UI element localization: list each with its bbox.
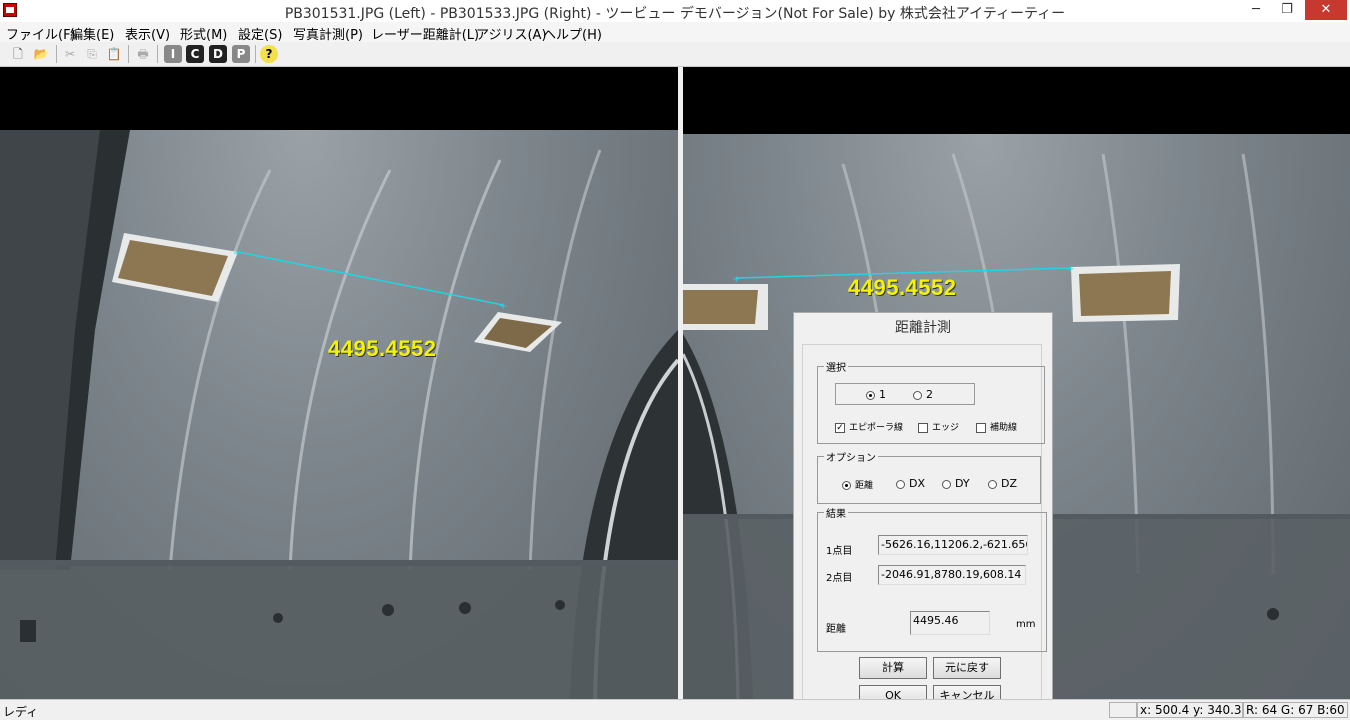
radio-selected-icon <box>842 481 851 490</box>
point2-field[interactable]: -2046.91,8780.19,608.14 <box>878 565 1026 585</box>
menu-view[interactable]: 表示(V) <box>125 24 170 43</box>
menu-format[interactable]: 形式(M) <box>180 24 227 43</box>
open-folder-icon[interactable]: 📂 <box>32 45 50 63</box>
select-option-1[interactable]: 1 <box>866 388 886 401</box>
option-distance[interactable]: 距離 <box>842 478 873 491</box>
radio-icon <box>913 390 922 400</box>
results-group-label: 結果 <box>824 505 848 520</box>
auxiliary-line-label: 補助線 <box>990 423 1018 433</box>
minimize-button[interactable]: ─ <box>1241 0 1271 20</box>
status-text: レディ <box>3 705 39 719</box>
left-photo-drawing: + + <box>0 130 678 699</box>
i-mode-button[interactable]: I <box>164 45 182 63</box>
menu-photo-measure[interactable]: 写真計測(P) <box>293 24 363 43</box>
menu-settings[interactable]: 設定(S) <box>238 24 282 43</box>
radio-icon <box>988 479 997 489</box>
option-distance-label: 距離 <box>855 481 874 491</box>
select-option-2-label: 2 <box>926 388 933 401</box>
checkbox-icon <box>918 422 928 433</box>
svg-text:+: + <box>1066 264 1074 275</box>
distance-measure-dialog: 距離計測 選択 1 2 ✓ エピポーラ線 エッジ 補助線 オプション 距離 DX … <box>793 312 1053 719</box>
selection-group-label: 選択 <box>824 359 848 374</box>
new-file-icon[interactable]: 🗋 <box>9 45 27 63</box>
maximize-button[interactable]: ❐ <box>1272 0 1302 20</box>
copy-icon[interactable]: ⎘ <box>83 45 101 63</box>
option-dz[interactable]: DZ <box>988 477 1017 490</box>
dialog-body: 選択 1 2 ✓ エピポーラ線 エッジ 補助線 オプション 距離 DX DY DZ… <box>802 344 1047 712</box>
toolbar-separator <box>157 45 158 63</box>
d-mode-button[interactable]: D <box>209 45 227 63</box>
auxiliary-line-checkbox[interactable]: 補助線 <box>976 420 1017 433</box>
left-tunnel-photo[interactable]: + + 4495.4552 <box>0 130 678 699</box>
option-dz-label: DZ <box>1001 477 1018 490</box>
option-dx-label: DX <box>909 477 926 490</box>
epipolar-checkbox[interactable]: ✓ エピポーラ線 <box>835 420 903 433</box>
left-image-pane[interactable]: + + 4495.4552 <box>0 67 678 699</box>
reset-button[interactable]: 元に戻す <box>933 657 1001 679</box>
distance-field[interactable]: 4495.46 <box>910 611 990 635</box>
edge-label: エッジ <box>932 423 960 433</box>
selection-radio-box: 1 2 <box>835 383 975 405</box>
toolbar-separator <box>128 45 129 63</box>
menu-file[interactable]: ファイル(F) <box>6 24 76 43</box>
menu-edit[interactable]: 編集(E) <box>70 24 114 43</box>
edge-checkbox[interactable]: エッジ <box>918 420 959 433</box>
svg-text:+: + <box>499 301 507 312</box>
svg-text:+: + <box>732 274 740 285</box>
select-option-1-label: 1 <box>879 388 886 401</box>
point1-label: 1点目 <box>826 546 853 557</box>
right-distance-label: 4495.4552 <box>848 275 957 300</box>
distance-label: 距離 <box>826 624 846 635</box>
dialog-title: 距離計測 <box>895 320 951 336</box>
options-group: オプション 距離 DX DY DZ <box>817 449 1041 504</box>
menu-bar: ファイル(F) 編集(E) 表示(V) 形式(M) 設定(S) 写真計測(P) … <box>0 22 1350 43</box>
select-option-2[interactable]: 2 <box>913 388 933 401</box>
epipolar-label: エピポーラ線 <box>849 423 904 433</box>
c-mode-button[interactable]: C <box>186 45 204 63</box>
checkbox-icon <box>976 422 986 433</box>
print-icon[interactable]: 🖶 <box>134 45 152 63</box>
left-distance-label: 4495.4552 <box>328 336 437 361</box>
paste-icon[interactable]: 📋 <box>105 45 123 63</box>
cut-icon[interactable]: ✂ <box>61 45 79 63</box>
options-group-label: オプション <box>824 449 878 464</box>
point2-label: 2点目 <box>826 573 853 584</box>
option-dy[interactable]: DY <box>942 477 970 490</box>
checkbox-checked-icon: ✓ <box>835 422 845 433</box>
toolbar-separator <box>56 45 57 63</box>
menu-agilis[interactable]: アジリス(A) <box>476 24 547 43</box>
title-bar: PB301531.JPG (Left) - PB301533.JPG (Righ… <box>0 0 1350 23</box>
toolbar-separator <box>255 45 256 63</box>
calculate-button[interactable]: 計算 <box>859 657 927 679</box>
option-dx[interactable]: DX <box>896 477 925 490</box>
radio-icon <box>896 479 905 489</box>
radio-icon <box>942 479 951 489</box>
toolbar: 🗋 📂 ✂ ⎘ 📋 🖶 I C D P ? <box>0 42 1350 67</box>
window-title: PB301531.JPG (Left) - PB301533.JPG (Righ… <box>284 6 1066 22</box>
close-button[interactable]: ✕ <box>1305 0 1347 20</box>
status-rgb: R: 64 G: 67 B:60 <box>1243 702 1348 718</box>
svg-text:+: + <box>233 248 241 259</box>
radio-selected-icon <box>866 390 875 400</box>
results-group: 結果 1点目 -5626.16,11206.2,-621.656 2点目 -20… <box>817 505 1047 652</box>
status-empty-cell <box>1109 702 1137 718</box>
option-dy-label: DY <box>955 477 970 490</box>
distance-unit: mm <box>1016 619 1036 630</box>
status-bar: レディ x: 500.4 y: 340.3 R: 64 G: 67 B:60 <box>0 699 1350 719</box>
selection-group: 選択 1 2 ✓ エピポーラ線 エッジ 補助線 <box>817 359 1045 444</box>
menu-help[interactable]: ヘルプ(H) <box>543 24 602 43</box>
status-coordinates: x: 500.4 y: 340.3 <box>1137 702 1243 718</box>
help-icon[interactable]: ? <box>260 45 278 63</box>
point1-field[interactable]: -5626.16,11206.2,-621.656 <box>878 535 1028 555</box>
menu-laser-rangefinder[interactable]: レーザー距離計(L) <box>371 24 479 43</box>
p-mode-button[interactable]: P <box>232 45 250 63</box>
